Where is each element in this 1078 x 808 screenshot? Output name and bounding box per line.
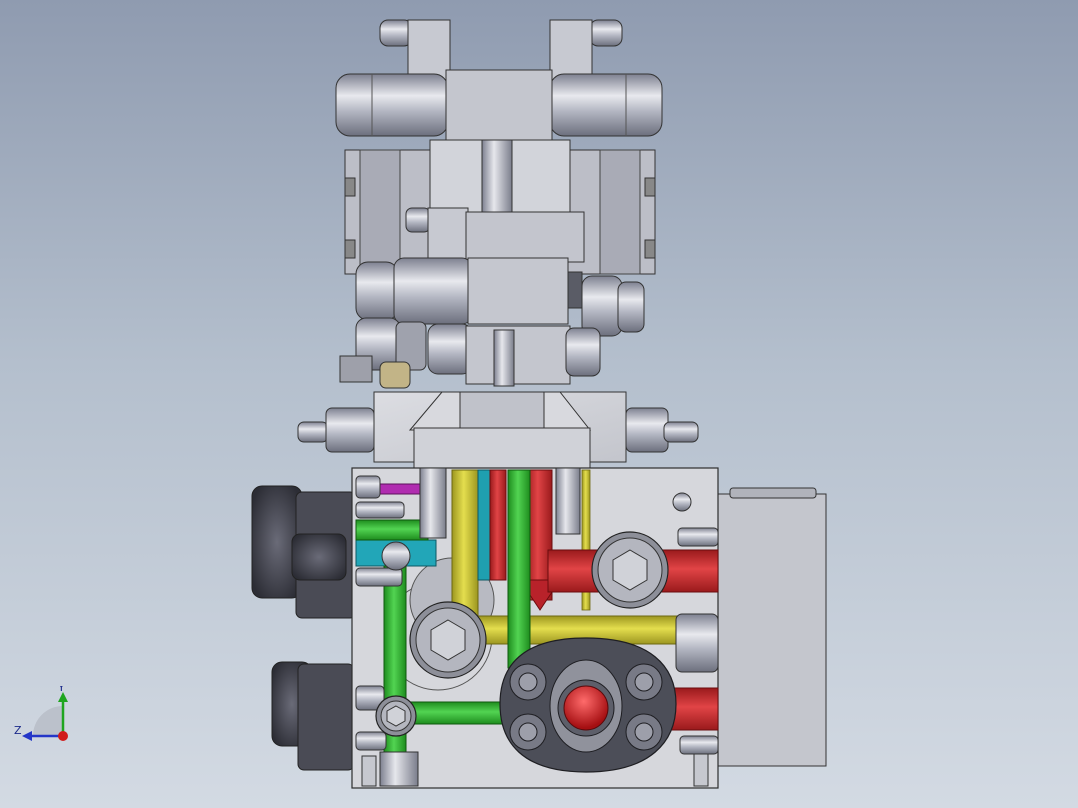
- top-solenoid-valve: [335, 19, 663, 141]
- manifold-block[interactable]: [351, 467, 719, 789]
- cad-viewport[interactable]: [0, 0, 1078, 808]
- lower-valve-stack: [297, 317, 699, 469]
- triad-z-label: Z: [14, 724, 22, 737]
- hex-socket-screw-icon: [591, 531, 669, 609]
- left-adjuster-knobs: [251, 485, 357, 771]
- right-side-block: [711, 487, 827, 767]
- hex-socket-screw-icon: [409, 601, 487, 679]
- orientation-triad-icon[interactable]: Y Z: [12, 686, 76, 752]
- red-port-icon: [557, 679, 615, 737]
- triad-y-label: Y: [57, 686, 65, 694]
- hex-socket-screw-icon: [375, 695, 417, 737]
